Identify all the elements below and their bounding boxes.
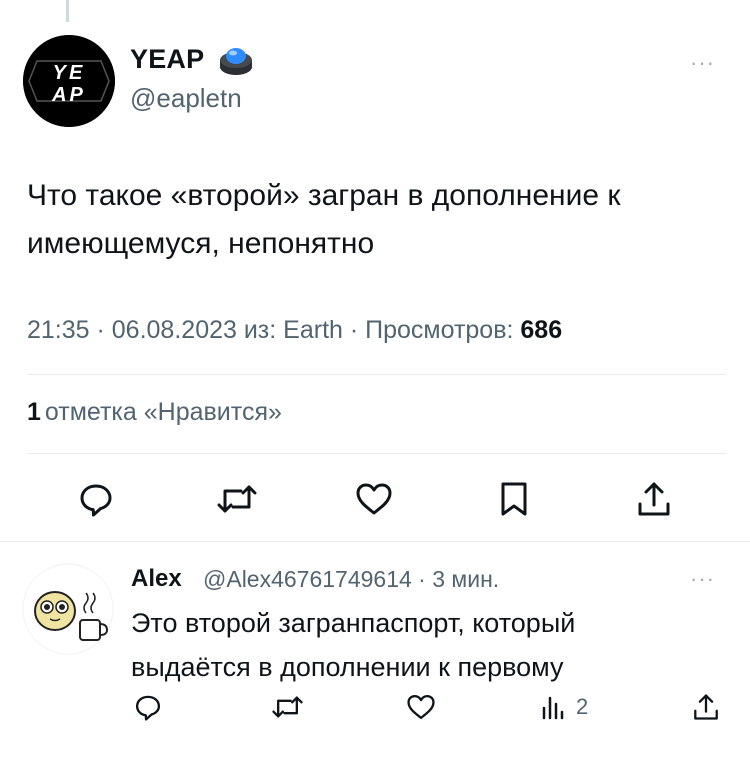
- likes-count: 1: [27, 398, 41, 426]
- reply-meta[interactable]: @Alex46761749614 · 3 мин.: [203, 566, 499, 593]
- bookmark-icon: [501, 482, 527, 516]
- more-options-icon[interactable]: ···: [690, 50, 715, 76]
- reply-text: Это второй загранпаспорт, который выдаёт…: [131, 601, 731, 689]
- reply-icon: [80, 484, 112, 517]
- divider: [0, 541, 750, 542]
- reply-icon: [135, 695, 161, 721]
- share-icon: [694, 694, 718, 720]
- blue-button-emoji-icon: [217, 41, 255, 79]
- bookmark-button[interactable]: [492, 477, 536, 521]
- like-button[interactable]: [352, 477, 396, 521]
- share-button[interactable]: [632, 477, 676, 521]
- reply-text-line-2: выдаётся в дополнении к первому: [131, 652, 564, 682]
- reply-author-name[interactable]: Alex: [131, 565, 182, 593]
- likes-summary[interactable]: 1 отметка «Нравится»: [27, 398, 282, 427]
- reply-retweet-button[interactable]: [267, 690, 307, 724]
- share-icon: [638, 482, 670, 516]
- tweet-timestamp-source: 21:35 · 06.08.2023 из: Earth · Просмотро…: [27, 316, 521, 344]
- reply-button[interactable]: [74, 477, 118, 521]
- avatar-logo-bottom: AP: [51, 84, 86, 106]
- likes-label: отметка «Нравится»: [44, 398, 282, 426]
- divider: [27, 453, 726, 454]
- reply-share-button[interactable]: [688, 690, 724, 724]
- thread-connector-line: [66, 0, 69, 22]
- author-name[interactable]: YEAP: [130, 44, 204, 75]
- avatar-logo-top: YE: [53, 62, 86, 84]
- reply-views-button[interactable]: 2: [540, 690, 610, 724]
- like-icon: [407, 694, 435, 720]
- tweet-text-line-2: имеющемуся, непонятно: [27, 227, 375, 260]
- reply-like-button[interactable]: [403, 690, 439, 724]
- reply-views-count: 2: [576, 694, 589, 719]
- analytics-icon: [542, 696, 564, 720]
- reply-reply-button[interactable]: [130, 690, 166, 724]
- divider: [27, 374, 726, 375]
- retweet-icon: [271, 696, 303, 718]
- reply-author-avatar[interactable]: [22, 563, 114, 655]
- views-count[interactable]: 686: [520, 316, 562, 344]
- like-icon: [356, 483, 392, 515]
- reply-text-line-1: Это второй загранпаспорт, который: [131, 608, 576, 638]
- author-handle[interactable]: @eapletn: [130, 83, 242, 114]
- author-avatar[interactable]: YE AP: [23, 35, 115, 127]
- reply-more-options-icon[interactable]: ···: [690, 566, 715, 592]
- retweet-icon: [217, 485, 257, 513]
- tweet-text: Что такое «второй» загран в дополнение к…: [27, 172, 727, 268]
- tweet-text-line-1: Что такое «второй» загран в дополнение к: [27, 179, 621, 212]
- tweet-meta: 21:35 · 06.08.2023 из: Earth · Просмотро…: [27, 316, 562, 345]
- retweet-button[interactable]: [213, 477, 261, 521]
